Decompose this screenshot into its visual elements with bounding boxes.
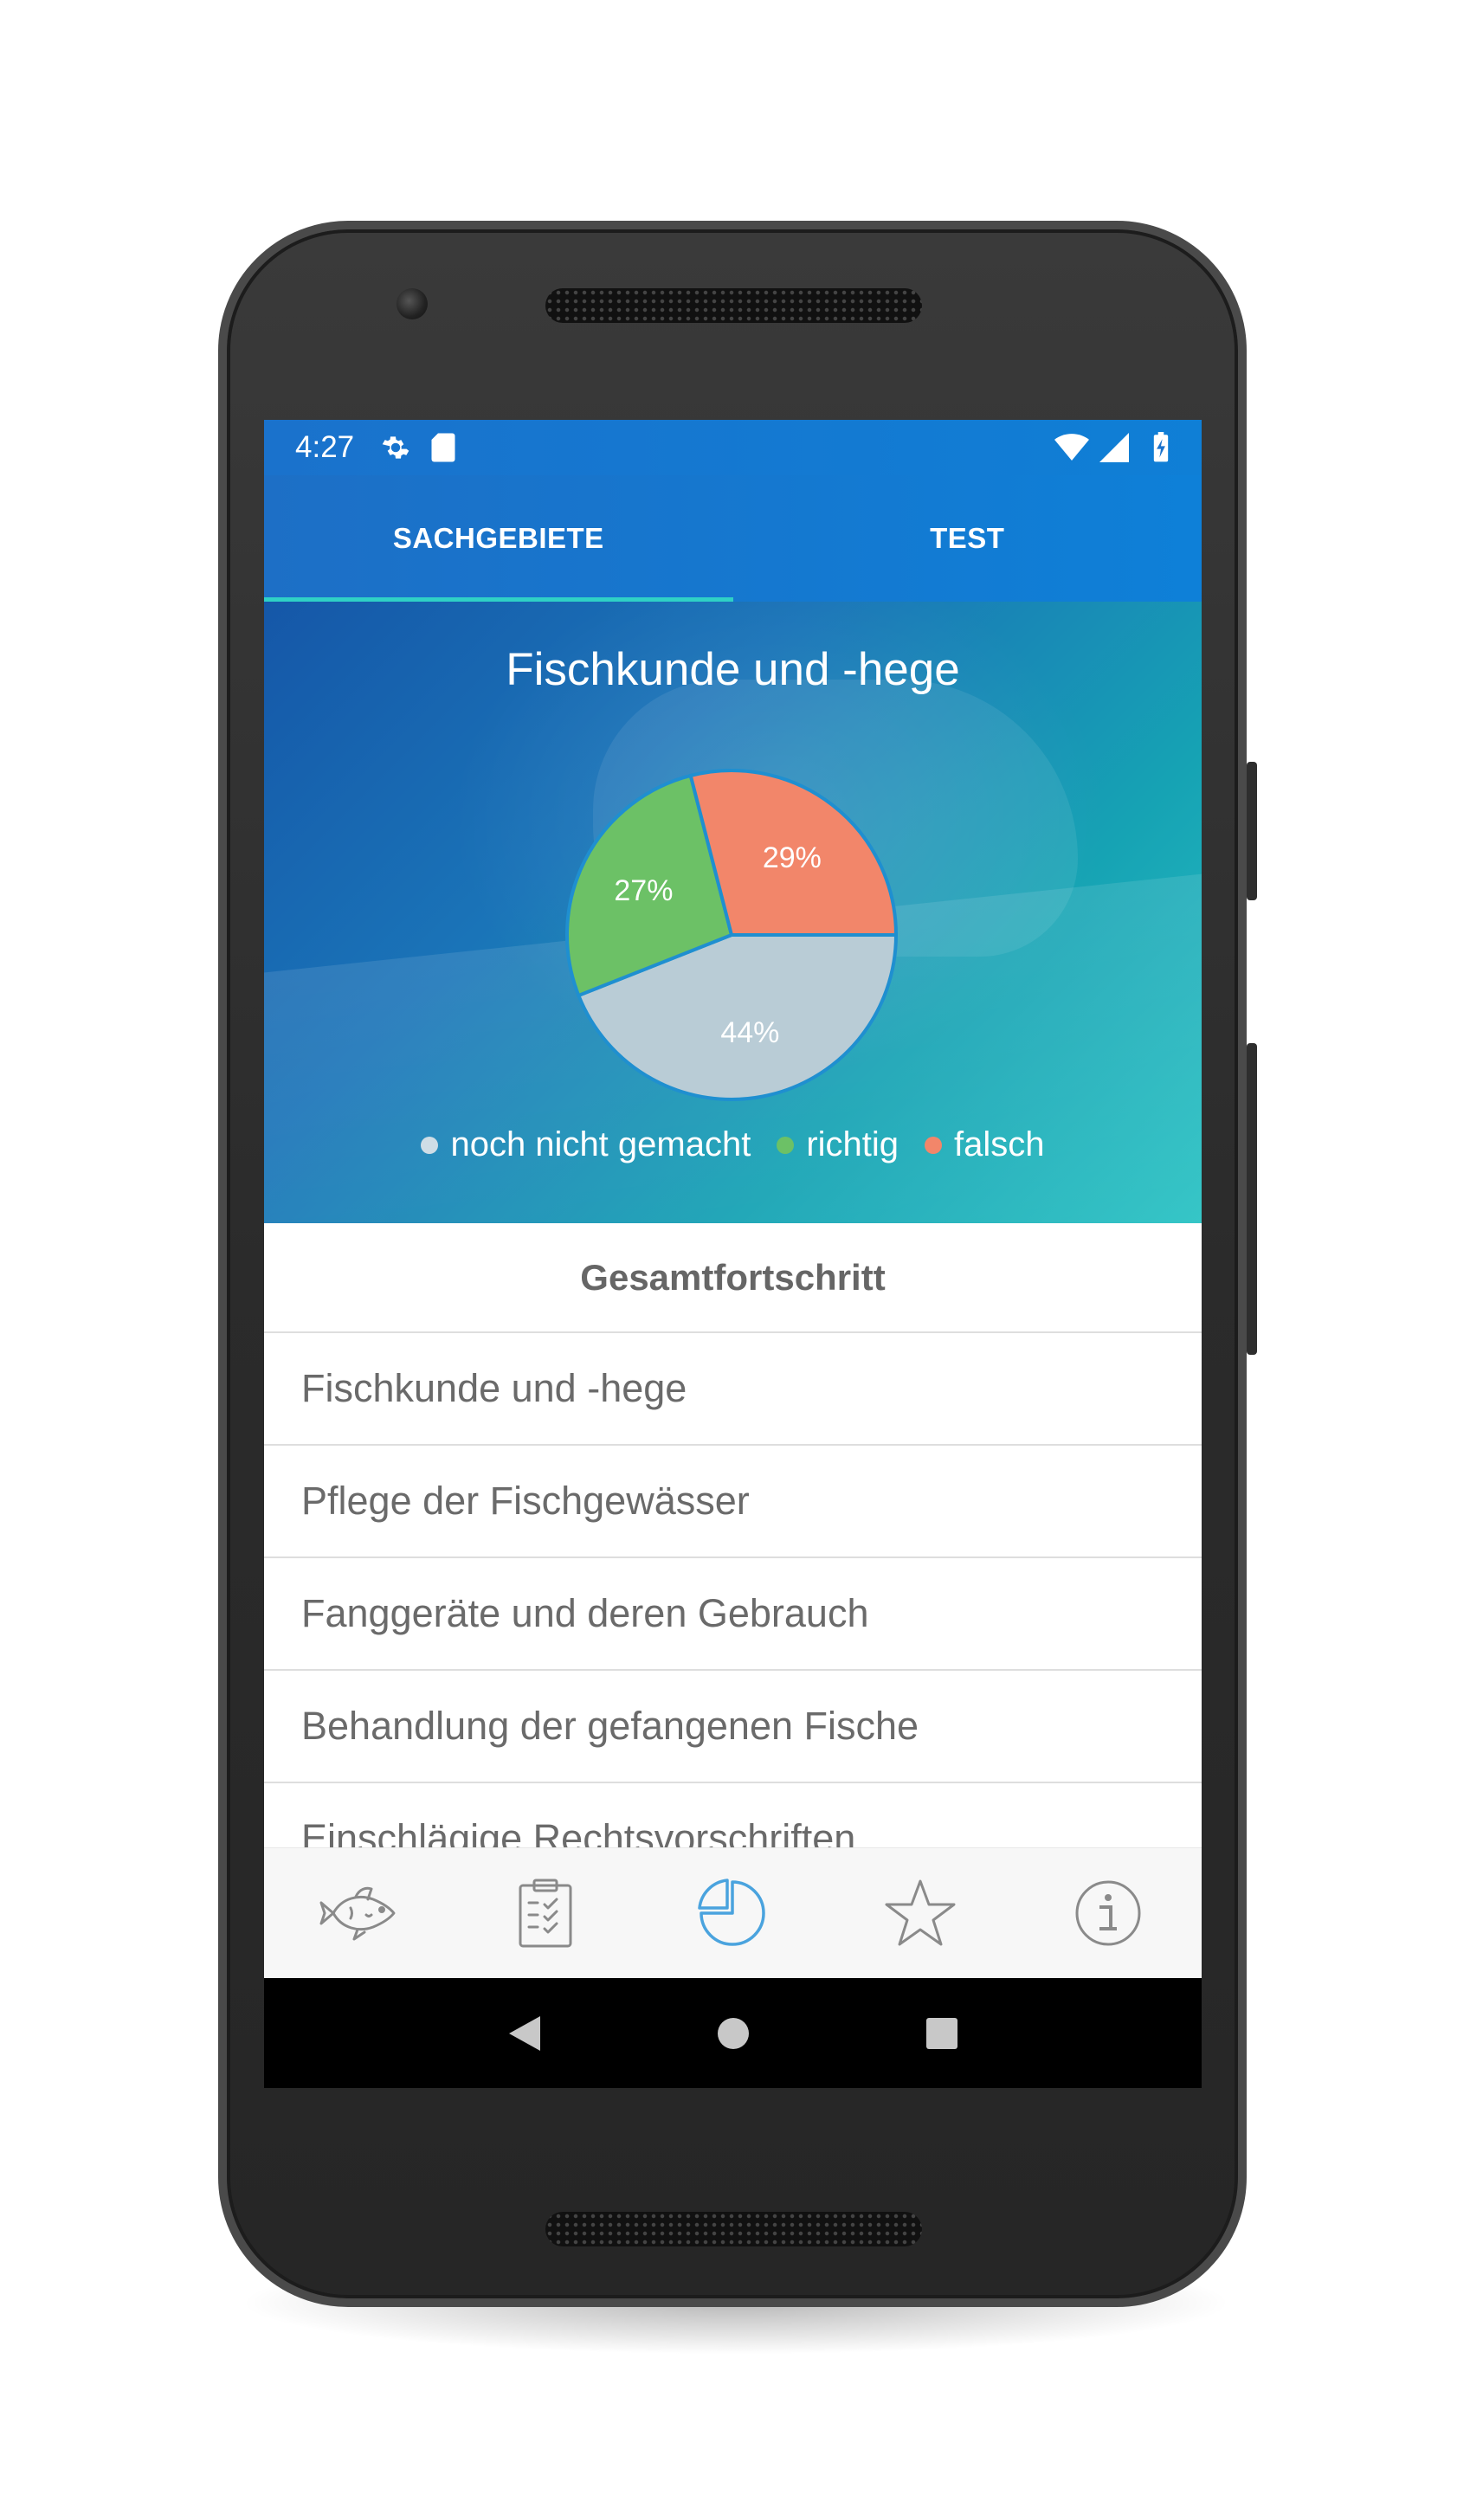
app-screen: 4:27 SACHGEBIETE TEST Fischkunde und -he… (264, 420, 1202, 2088)
android-navigation-bar (264, 1978, 1202, 2088)
fish-icon (319, 1886, 396, 1941)
legend-item-noch-nicht-gemacht: noch nicht gemacht (421, 1125, 751, 1164)
legend-item-falsch: falsch (925, 1125, 1045, 1164)
bottom-speaker (545, 2212, 922, 2246)
list-item-fischkunde[interactable]: Fischkunde und -hege (264, 1333, 1202, 1446)
sd-card-icon (431, 433, 455, 462)
chart-title: Fischkunde und -hege (506, 644, 960, 695)
legend-dot-richtig (777, 1136, 795, 1154)
nav-info-button[interactable] (1056, 1861, 1160, 1965)
pie-chart-icon (698, 1879, 766, 1946)
settings-gear-icon (382, 436, 409, 459)
chart-legend: noch nicht gemacht richtig falsch (264, 1125, 1202, 1164)
front-camera (397, 288, 428, 319)
list-item-fanggeraete[interactable]: Fanggeräte und deren Gebrauch (264, 1558, 1202, 1671)
star-icon (885, 1879, 956, 1946)
power-button (1247, 762, 1257, 900)
phone-mockup: 4:27 SACHGEBIETE TEST Fischkunde und -he… (0, 0, 1470, 2520)
status-icons (1054, 432, 1170, 463)
legend-label-falsch: falsch (954, 1125, 1045, 1163)
legend-dot-falsch (925, 1136, 943, 1154)
status-bar: 4:27 (264, 420, 1202, 475)
legend-label-richtig: richtig (806, 1125, 899, 1163)
tab-sachgebiete[interactable]: SACHGEBIETE (264, 475, 733, 602)
top-speaker (545, 288, 922, 323)
signal-icon (1099, 433, 1129, 462)
nav-test-button[interactable] (493, 1861, 597, 1965)
home-icon[interactable] (716, 2016, 751, 2051)
legend-item-richtig: richtig (777, 1125, 899, 1164)
tab-label-test: TEST (930, 522, 1005, 554)
progress-chart-panel: Fischkunde und -hege 44% 27% 29% noch nich… (264, 602, 1202, 1223)
list-header: Gesamtfortschritt (264, 1223, 1202, 1333)
wifi-icon (1054, 434, 1089, 461)
battery-charging-icon (1153, 432, 1169, 462)
list-item-behandlung[interactable]: Behandlung der gefangenen Fische (264, 1671, 1202, 1783)
pie-label-falsch: 29% (763, 841, 822, 874)
clipboard-checklist-icon (519, 1879, 572, 1948)
list-item-pflege[interactable]: Pflege der Fischgewässer (264, 1446, 1202, 1558)
pie-chart: 44% 27% 29% (565, 769, 899, 1101)
category-list: Gesamtfortschritt Fischkunde und -hege P… (264, 1223, 1202, 1896)
status-time: 4:27 (295, 430, 355, 464)
tab-label-sachgebiete: SACHGEBIETE (392, 522, 604, 554)
pie-label-noch-nicht-gemacht: 44% (720, 1016, 779, 1049)
tab-bar: SACHGEBIETE TEST (264, 475, 1202, 602)
legend-label-noch-nicht-gemacht: noch nicht gemacht (450, 1125, 751, 1163)
legend-dot-noch-nicht-gemacht (421, 1136, 439, 1154)
pie-label-richtig: 27% (614, 874, 673, 907)
recents-icon[interactable] (925, 2016, 959, 2051)
volume-button (1247, 1043, 1257, 1355)
nav-progress-button[interactable] (680, 1861, 784, 1965)
nav-fish-button[interactable] (306, 1861, 409, 1965)
tab-test[interactable]: TEST (733, 475, 1202, 602)
bottom-navigation (264, 1848, 1202, 1978)
back-icon[interactable] (507, 2014, 542, 2053)
info-icon (1075, 1880, 1141, 1946)
nav-favorites-button[interactable] (868, 1861, 972, 1965)
